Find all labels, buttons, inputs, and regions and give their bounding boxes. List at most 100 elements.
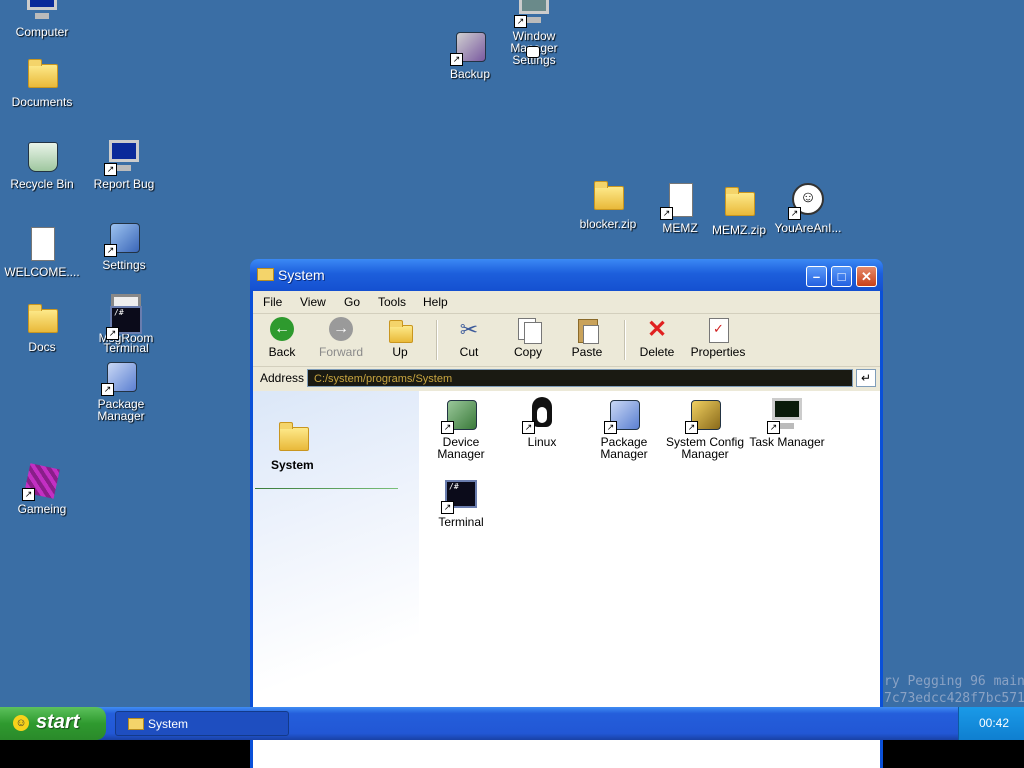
terminal-icon: /# ↗ [441, 476, 479, 514]
file-label: Device Manager [437, 435, 485, 461]
folder-icon [590, 178, 626, 214]
cut-button[interactable]: ✂ Cut [441, 317, 497, 359]
menu-view[interactable]: View [300, 295, 326, 309]
desktop-icon-report-bug[interactable]: ↗ Report Bug [82, 138, 166, 190]
delete-x-icon: ✕ [646, 316, 668, 343]
address-input[interactable]: C:/system/programs/System [307, 369, 853, 387]
address-bar: Address C:/system/programs/System ↵ [253, 366, 880, 391]
up-label: Up [392, 345, 408, 359]
window-manager-icon: ↗ [514, 0, 552, 28]
toolbar-separator [436, 320, 438, 360]
computer-icon [24, 0, 60, 22]
system-tray: 00:42 [958, 707, 1024, 740]
file-label: Package Manager [600, 435, 648, 461]
device-manager-icon: ↗ [441, 396, 479, 434]
copy-label: Copy [513, 345, 542, 359]
desktop-icon-welcome[interactable]: WELCOME.... [0, 226, 84, 278]
documents-folder-icon [24, 56, 60, 92]
menu-go[interactable]: Go [344, 295, 360, 309]
desktop-icon-label: YouAreAnI... [774, 221, 842, 235]
file-label: Terminal [438, 515, 484, 529]
maximize-button[interactable]: □ [831, 266, 852, 287]
paste-button[interactable]: Paste [559, 317, 615, 359]
address-label: Address [260, 371, 305, 385]
menu-bar: File View Go Tools Help [253, 291, 880, 314]
markdown-file-icon [24, 226, 60, 262]
desktop-icon-settings[interactable]: ↗ Settings [82, 219, 166, 271]
taskbar-item-system[interactable]: System [115, 711, 289, 736]
toolbar: ← Back → Forward Up ✂ Cut Copy Paste ✕ D… [253, 314, 880, 366]
tux-penguin-icon: ↗ [522, 396, 560, 434]
file-label: System Config Manager [665, 435, 745, 461]
paste-clipboard-icon [574, 317, 600, 344]
scissors-icon: ✂ [459, 317, 479, 342]
properties-icon: ✓ [705, 317, 731, 343]
menu-help[interactable]: Help [423, 295, 448, 309]
folder-icon [128, 718, 144, 730]
desktop-icon-package-manager[interactable]: ↗ Package Manager [80, 358, 162, 422]
back-arrow-icon: ← [269, 317, 295, 343]
minimize-button[interactable]: – [806, 266, 827, 287]
cut-label: Cut [459, 345, 479, 359]
smiley-icon: ☺ ↗ [788, 182, 826, 220]
file-linux[interactable]: ↗ Linux [502, 396, 582, 448]
settings-icon: ↗ [104, 219, 142, 257]
zip-folder-icon [721, 184, 757, 220]
desktop-icon-label: Package Manager [97, 397, 145, 423]
delete-label: Delete [639, 345, 675, 359]
background-text-line: 7c73edcc428f7bc571 [884, 691, 1024, 706]
desktop-icon-documents[interactable]: Documents [0, 56, 84, 108]
paste-label: Paste [571, 345, 603, 359]
desktop-icon-computer[interactable]: Computer [0, 0, 84, 38]
start-logo-icon: ☺ [13, 715, 29, 731]
start-button[interactable]: ☺ start [0, 707, 106, 740]
desktop-icon-youareanidiot[interactable]: ☺ ↗ YouAreAnI... [766, 182, 850, 234]
copy-button[interactable]: Copy [500, 317, 556, 359]
window-title: System [278, 267, 325, 283]
file-label: Linux [527, 435, 557, 449]
go-arrow-icon[interactable]: ↵ [856, 369, 876, 387]
package-manager-icon: ↗ [101, 358, 139, 396]
folder-icon [275, 419, 311, 451]
docs-folder-icon [24, 301, 60, 337]
desktop-icon-label: Settings [102, 258, 146, 272]
close-button[interactable]: ✕ [856, 266, 877, 287]
desktop-icon-terminal[interactable]: /# ↗ Terminal [84, 302, 168, 354]
file-system-config-manager[interactable]: ↗ System Config Manager [665, 396, 745, 460]
window-titlebar[interactable]: System – □ ✕ [250, 259, 883, 291]
backup-icon: ↗ [450, 28, 488, 66]
desktop-icon-label: Computer [15, 25, 69, 39]
task-pane-title: System [271, 458, 314, 472]
back-button[interactable]: ← Back [254, 317, 310, 359]
desktop-icon-label: Documents [11, 95, 73, 109]
forward-arrow-icon: → [328, 317, 354, 343]
clock: 00:42 [979, 716, 1010, 730]
package-manager-icon: ↗ [604, 396, 642, 434]
forward-button[interactable]: → Forward [313, 317, 369, 359]
desktop-icon-label: WELCOME.... [4, 265, 80, 279]
desktop-icon-recycle-bin[interactable]: Recycle Bin [0, 138, 84, 190]
menu-file[interactable]: File [263, 295, 282, 309]
desktop-icon-docs[interactable]: Docs [0, 301, 84, 353]
file-package-manager[interactable]: ↗ Package Manager [584, 396, 664, 460]
delete-button[interactable]: ✕ Delete [629, 316, 685, 360]
gameing-cube-icon: ↗ [22, 463, 60, 501]
taskbar: ☺ start System 00:42 [0, 707, 1024, 740]
file-label: Task Manager [749, 435, 825, 449]
up-button[interactable]: Up [372, 317, 428, 359]
file-task-manager[interactable]: ↗ Task Manager [747, 396, 827, 448]
folder-icon [257, 268, 274, 281]
desktop-icon-label: Report Bug [93, 177, 155, 191]
up-folder-icon [387, 317, 413, 343]
explorer-window: System – □ ✕ File View Go Tools Help ← B… [250, 259, 883, 768]
taskbar-item-label: System [148, 717, 189, 731]
recycle-bin-icon [24, 138, 60, 174]
properties-button[interactable]: ✓ Properties [685, 317, 751, 359]
mouse-cursor-icon [526, 46, 540, 58]
desktop-icon-label: Docs [28, 340, 56, 354]
desktop-icon-gameing[interactable]: ↗ Gameing [0, 463, 84, 515]
system-config-icon: ↗ [685, 396, 723, 434]
file-device-manager[interactable]: ↗ Device Manager [421, 396, 501, 460]
menu-tools[interactable]: Tools [378, 295, 406, 309]
file-terminal[interactable]: /# ↗ Terminal [421, 476, 501, 528]
